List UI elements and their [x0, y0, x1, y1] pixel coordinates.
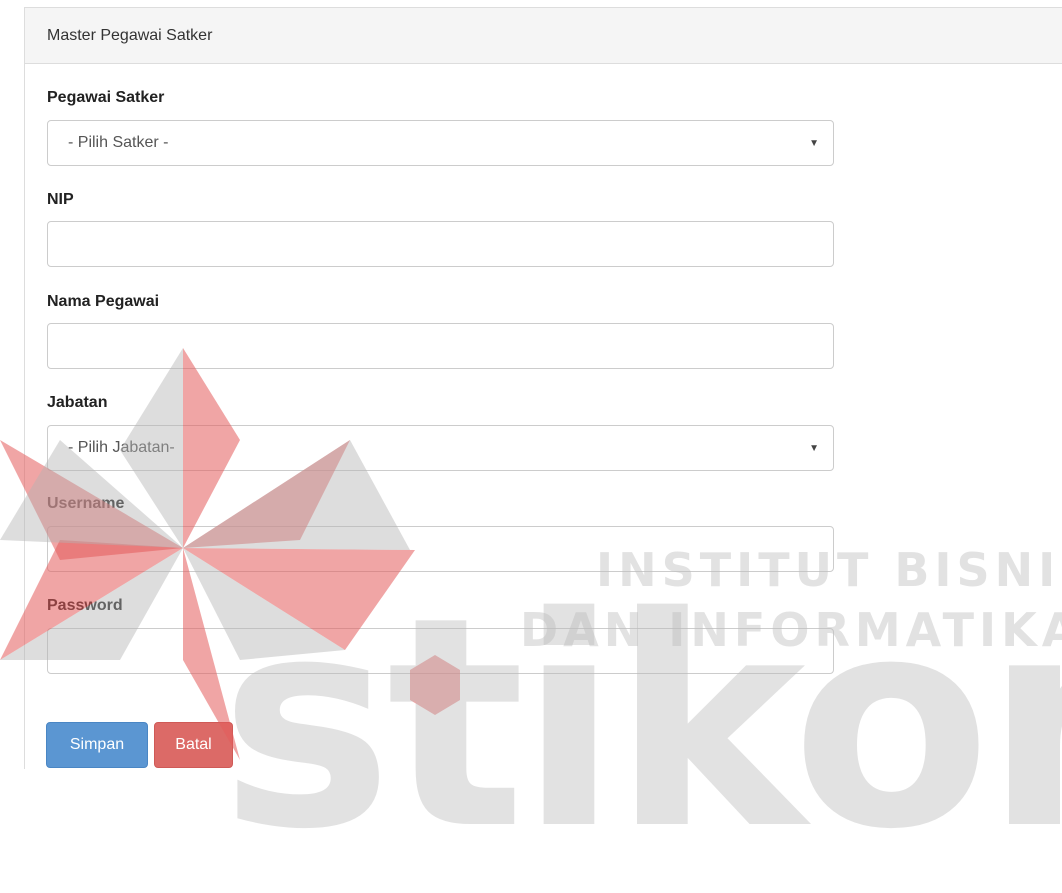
caret-down-icon: ▼ — [809, 137, 819, 149]
satker-selected-value: - Pilih Satker - — [68, 134, 169, 151]
simpan-button[interactable]: Simpan — [46, 722, 148, 768]
satker-label: Pegawai Satker — [47, 89, 165, 106]
username-label: Username — [47, 495, 125, 512]
nip-input[interactable] — [47, 221, 834, 267]
satker-select[interactable]: - Pilih Satker - ▼ — [47, 120, 834, 166]
nama-pegawai-label: Nama Pegawai — [47, 293, 160, 310]
jabatan-selected-value: - Pilih Jabatan- — [68, 439, 175, 456]
nama-pegawai-input[interactable] — [47, 323, 834, 369]
username-input[interactable] — [47, 526, 834, 572]
password-label: Password — [47, 597, 123, 614]
panel-title: Master Pegawai Satker — [25, 8, 1062, 64]
caret-down-icon: ▼ — [809, 442, 819, 454]
password-input[interactable] — [47, 628, 834, 674]
jabatan-label: Jabatan — [47, 394, 108, 411]
jabatan-select[interactable]: - Pilih Jabatan- ▼ — [47, 425, 834, 471]
batal-button[interactable]: Batal — [154, 722, 233, 768]
nip-label: NIP — [47, 191, 74, 208]
